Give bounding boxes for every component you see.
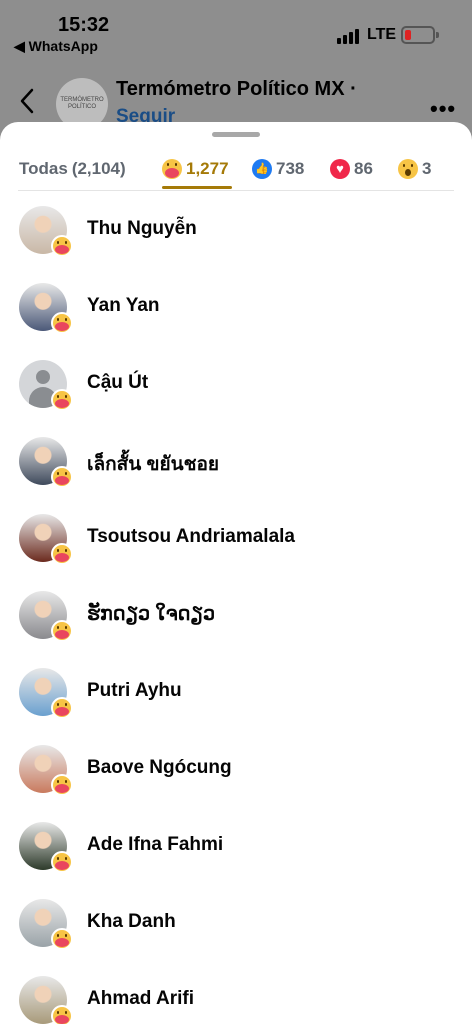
like-reaction-icon: 👍 xyxy=(252,159,272,179)
tab-like[interactable]: 👍 738 xyxy=(252,152,304,186)
reactor-name[interactable]: Ahmad Arifi xyxy=(87,988,194,1010)
care-reaction-badge-icon xyxy=(51,389,73,411)
list-item[interactable]: Ahmad Arifi xyxy=(0,968,472,1024)
care-reaction-badge-icon xyxy=(51,620,73,642)
reactor-name[interactable]: Cậu Út xyxy=(87,372,148,394)
page-name[interactable]: Termómetro Político MX · xyxy=(116,78,357,101)
list-item[interactable]: Baove Ngócung xyxy=(0,737,472,814)
active-tab-indicator xyxy=(162,186,232,189)
reactions-sheet: Todas (2,104) 1,277 👍 738 86 3 Thu Nguyễ… xyxy=(0,122,472,1024)
tab-care-count: 1,277 xyxy=(186,159,229,178)
status-bar: 15:32 ◀ WhatsApp LTE xyxy=(0,0,472,56)
tab-wow-count: 3 xyxy=(422,159,432,178)
reactor-name[interactable]: Thu Nguyễn xyxy=(87,218,197,240)
signal-icon xyxy=(337,28,361,44)
reactor-name[interactable]: Putri Ayhu xyxy=(87,680,182,702)
background-page: 15:32 ◀ WhatsApp LTE TERMÓMETRO POLÍTICO… xyxy=(0,0,472,140)
clock: 15:32 xyxy=(58,14,110,36)
care-reaction-badge-icon xyxy=(51,1005,73,1024)
love-reaction-icon xyxy=(330,159,350,179)
care-reaction-badge-icon xyxy=(51,697,73,719)
tab-all-count: (2,104) xyxy=(71,159,126,178)
reactor-name[interactable]: Kha Danh xyxy=(87,911,176,933)
care-reaction-badge-icon xyxy=(51,543,73,565)
list-item[interactable]: Tsoutsou Andriamalala xyxy=(0,506,472,583)
reactor-name[interactable]: Ade Ifna Fahmi xyxy=(87,834,223,856)
sheet-grabber[interactable] xyxy=(212,132,260,137)
back-to-app-link[interactable]: ◀ WhatsApp xyxy=(14,38,98,55)
care-reaction-badge-icon xyxy=(51,851,73,873)
care-reaction-badge-icon xyxy=(51,235,73,257)
care-reaction-icon xyxy=(162,159,182,179)
list-item[interactable]: Yan Yan xyxy=(0,275,472,352)
more-options-icon[interactable]: ••• xyxy=(430,96,456,122)
tab-like-count: 738 xyxy=(276,159,305,178)
tab-love[interactable]: 86 xyxy=(330,152,373,186)
list-item[interactable]: Kha Danh xyxy=(0,891,472,968)
list-item[interactable]: Putri Ayhu xyxy=(0,660,472,737)
reactor-name[interactable]: Baove Ngócung xyxy=(87,757,232,779)
care-reaction-badge-icon xyxy=(51,466,73,488)
care-reaction-badge-icon xyxy=(51,774,73,796)
list-item[interactable]: ຮັກດຽວ ໃຈດຽວ xyxy=(0,583,472,660)
care-reaction-badge-icon xyxy=(51,312,73,334)
reactors-list: Thu Nguyễn Yan Yan Cậu Út เล็กสั้น ขยันชอย T… xyxy=(0,198,472,1024)
reaction-tabs: Todas (2,104) 1,277 👍 738 86 3 xyxy=(0,148,472,192)
network-type: LTE xyxy=(367,26,397,43)
tab-love-count: 86 xyxy=(354,159,373,178)
list-item[interactable]: เล็กสั้น ขยันชอย xyxy=(0,429,472,506)
tab-wow[interactable]: 3 xyxy=(398,152,431,186)
care-reaction-badge-icon xyxy=(51,928,73,950)
wow-reaction-icon xyxy=(398,159,418,179)
list-item[interactable]: Ade Ifna Fahmi xyxy=(0,814,472,891)
list-item[interactable]: Cậu Út xyxy=(0,352,472,429)
tab-all[interactable]: Todas (2,104) xyxy=(19,152,126,186)
list-item[interactable]: Thu Nguyễn xyxy=(0,198,472,275)
back-chevron-icon[interactable] xyxy=(18,86,38,116)
reactor-name[interactable]: Tsoutsou Andriamalala xyxy=(87,526,295,548)
battery-icon xyxy=(401,26,439,44)
reactor-name[interactable]: Yan Yan xyxy=(87,295,160,317)
tabs-divider xyxy=(18,190,454,191)
reactor-name[interactable]: ຮັກດຽວ ໃຈດຽວ xyxy=(87,603,215,626)
reactor-name[interactable]: เล็กสั้น ขยันชอย xyxy=(87,449,219,479)
tab-care[interactable]: 1,277 xyxy=(162,152,229,186)
tab-all-label: Todas xyxy=(19,159,68,178)
